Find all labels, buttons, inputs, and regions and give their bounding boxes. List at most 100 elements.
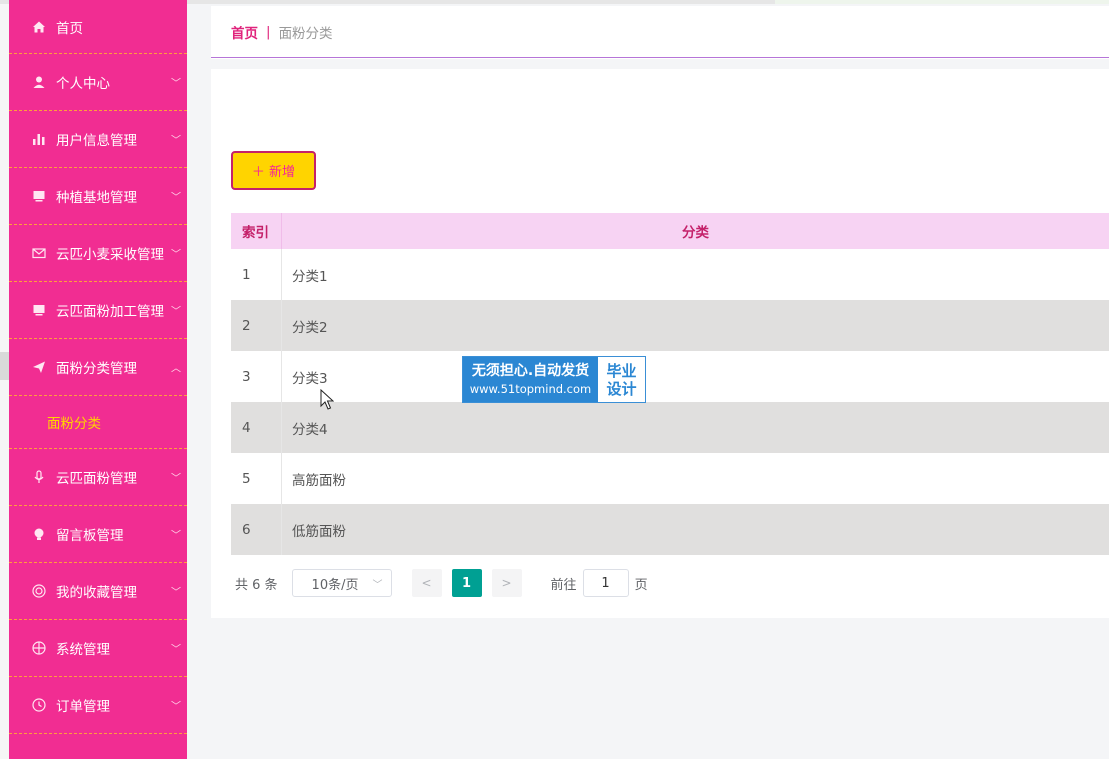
sidebar-item-favorites[interactable]: 我的收藏管理 ﹀ <box>9 563 187 620</box>
prev-page-button[interactable]: < <box>411 569 442 597</box>
sidebar-item-orders[interactable]: 订单管理 ﹀ <box>9 677 187 734</box>
sidebar-item-label: 云匹面粉加工管理 <box>56 304 164 320</box>
table-header: 索引 分类 <box>231 213 1109 249</box>
microphone-icon <box>31 469 47 485</box>
sidebar-item-label: 云匹面粉管理 <box>56 471 137 487</box>
breadcrumb: 首页 | 面粉分类 <box>211 6 1109 58</box>
left-gutter <box>0 4 9 759</box>
chevron-down-icon: ﹀ <box>171 587 181 599</box>
cell-category: 分类2 <box>292 319 328 336</box>
page-size-value: 10条/页 <box>311 577 359 593</box>
monitor-icon <box>31 188 47 204</box>
breadcrumb-home[interactable]: 首页 <box>231 22 258 42</box>
target-icon <box>31 583 47 599</box>
clock-icon <box>31 697 47 713</box>
breadcrumb-current: 面粉分类 <box>278 25 333 42</box>
sidebar-item-wheat-harvest[interactable]: 云匹小麦采收管理 ﹀ <box>9 225 187 282</box>
cell-index: 5 <box>231 453 282 504</box>
main-content: 首页 | 面粉分类 ＋ 新增 索引 分类 1 分类1 2 分类2 3 分类3 4… <box>211 6 1109 618</box>
sidebar-item-flour-category[interactable]: 面粉分类管理 ︿ <box>9 339 187 396</box>
globe-icon <box>31 640 47 656</box>
section-gap <box>211 59 1109 69</box>
sidebar-item-message-board[interactable]: 留言板管理 ﹀ <box>9 506 187 563</box>
table-row[interactable]: 1 分类1 <box>231 249 1109 300</box>
cell-index: 6 <box>231 504 282 555</box>
chevron-down-icon: ﹀ <box>171 644 181 656</box>
breadcrumb-separator: | <box>266 23 271 40</box>
sidebar-item-label: 云匹小麦采收管理 <box>56 247 164 263</box>
cell-category: 分类3 <box>292 370 328 387</box>
pagination-total: 共 6 条 <box>235 577 278 593</box>
cell-index: 3 <box>231 351 282 402</box>
chevron-down-icon: ﹀ <box>372 580 383 591</box>
sidebar-item-label: 种植基地管理 <box>56 190 137 206</box>
table-row[interactable]: 4 分类4 <box>231 402 1109 453</box>
header-index[interactable]: 索引 <box>231 213 282 249</box>
chevron-down-icon: ﹀ <box>171 135 181 147</box>
watermark-left: 无须担心.自动发货 www.51topmind.com <box>463 357 598 402</box>
goto-label: 前往 <box>550 577 577 593</box>
sidebar-item-user-info[interactable]: 用户信息管理 ﹀ <box>9 111 187 168</box>
table-row[interactable]: 5 高筋面粉 <box>231 453 1109 504</box>
watermark-right2: 设计 <box>606 379 637 398</box>
page-size-select[interactable]: 10条/页 ﹀ <box>291 569 392 597</box>
chevron-down-icon: ﹀ <box>171 306 181 318</box>
chevron-down-icon: ﹀ <box>171 192 181 204</box>
table-row[interactable]: 2 分类2 <box>231 300 1109 351</box>
chevron-down-icon: ﹀ <box>171 78 181 90</box>
table-row[interactable]: 3 分类3 <box>231 351 1109 402</box>
sidebar-item-system[interactable]: 系统管理 ﹀ <box>9 620 187 677</box>
chevron-down-icon: ﹀ <box>171 701 181 713</box>
cell-category: 低筋面粉 <box>292 523 346 540</box>
user-icon <box>31 74 47 90</box>
bulb-icon <box>31 526 47 542</box>
sidebar-item-profile[interactable]: 个人中心 ﹀ <box>9 54 187 111</box>
sidebar-item-flour-processing[interactable]: 云匹面粉加工管理 ﹀ <box>9 282 187 339</box>
sidebar-item-label: 系统管理 <box>56 642 110 658</box>
sidebar-item-flour[interactable]: 云匹面粉管理 ﹀ <box>9 449 187 506</box>
sidebar-item-label: 个人中心 <box>56 76 110 92</box>
cell-category: 分类4 <box>292 421 328 438</box>
gutter-tab[interactable] <box>0 352 9 380</box>
chevron-down-icon: ﹀ <box>171 530 181 542</box>
watermark-line2: www.51topmind.com <box>469 382 592 396</box>
sidebar-item-label: 首页 <box>56 20 83 37</box>
top-strip-highlight <box>775 0 1109 4</box>
sidebar-item-label: 留言板管理 <box>56 528 124 544</box>
cell-index: 1 <box>231 249 282 300</box>
chevron-up-icon: ︿ <box>171 363 181 375</box>
page-suffix: 页 <box>634 577 648 593</box>
sidebar-item-home[interactable]: 首页 <box>9 0 187 54</box>
watermark-right: 毕业 设计 <box>598 357 645 402</box>
table-row[interactable]: 6 低筋面粉 <box>231 504 1109 555</box>
cell-category: 高筋面粉 <box>292 472 346 489</box>
sidebar-item-label: 用户信息管理 <box>56 133 137 149</box>
sidebar-item-label: 订单管理 <box>56 699 110 715</box>
bar-chart-icon <box>31 131 47 147</box>
watermark-right1: 毕业 <box>606 361 637 380</box>
watermark-line1: 无须担心.自动发货 <box>471 363 590 379</box>
sidebar-subitem-flour-category[interactable]: 面粉分类 <box>9 396 187 449</box>
mail-icon <box>31 245 47 261</box>
chevron-down-icon: ﹀ <box>171 473 181 485</box>
sidebar-item-label: 面粉分类管理 <box>56 361 137 377</box>
category-table: 索引 分类 1 分类1 2 分类2 3 分类3 4 分类4 5 高筋面粉 6 低… <box>231 213 1109 555</box>
pagination: 共 6 条 10条/页 ﹀ < 1 > 前往 1 页 <box>235 569 648 597</box>
sidebar: 首页 个人中心 ﹀ 用户信息管理 ﹀ 种植基地管理 ﹀ 云匹小麦采收管理 ﹀ 云… <box>9 0 187 759</box>
send-icon <box>31 359 47 375</box>
page-number-current[interactable]: 1 <box>451 569 482 597</box>
header-category[interactable]: 分类 <box>282 213 1109 249</box>
add-button[interactable]: ＋ 新增 <box>231 151 316 190</box>
goto-page-input[interactable]: 1 <box>582 569 629 597</box>
mouse-cursor-icon <box>320 389 334 410</box>
chevron-down-icon: ﹀ <box>171 249 181 261</box>
sidebar-item-planting-base[interactable]: 种植基地管理 ﹀ <box>9 168 187 225</box>
next-page-button[interactable]: > <box>491 569 522 597</box>
monitor-icon <box>31 302 47 318</box>
cell-index: 2 <box>231 300 282 351</box>
watermark-badge: 无须担心.自动发货 www.51topmind.com 毕业 设计 <box>462 356 646 403</box>
home-icon <box>31 19 47 35</box>
sidebar-item-label: 我的收藏管理 <box>56 585 137 601</box>
cell-index: 4 <box>231 402 282 453</box>
cell-category: 分类1 <box>292 268 328 285</box>
